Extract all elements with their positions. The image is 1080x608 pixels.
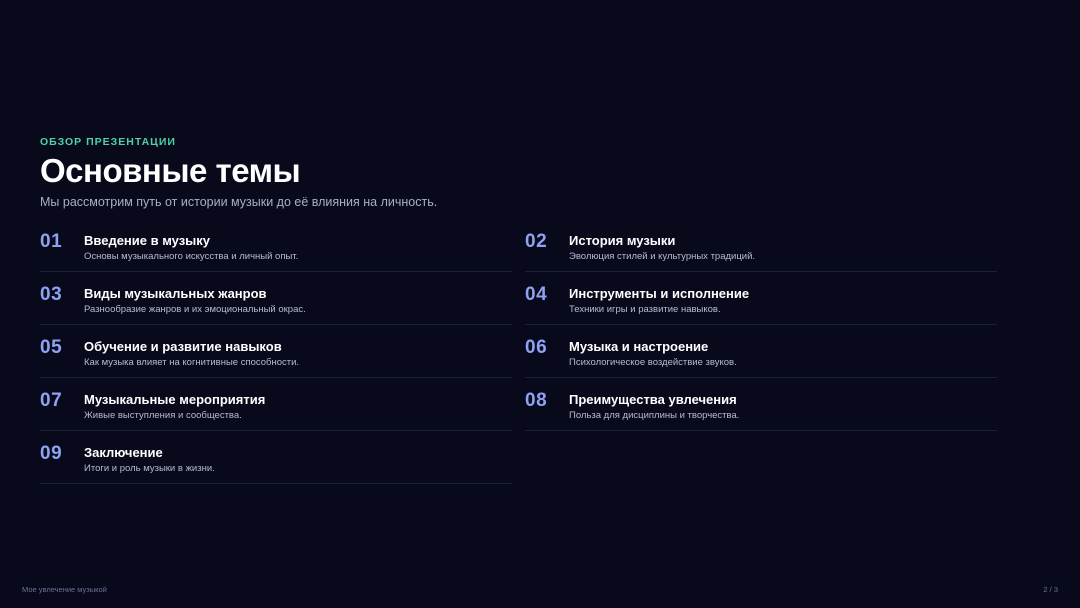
topic-description: Живые выступления и сообщества. — [84, 410, 242, 421]
topic-title: Обучение и развитие навыков — [84, 339, 282, 354]
topic-number: 03 — [40, 284, 63, 305]
topics-grid: 01 Введение в музыку Основы музыкального… — [40, 227, 997, 492]
topic-item: 04 Инструменты и исполнение Техники игры… — [525, 280, 997, 325]
topic-item: 03 Виды музыкальных жанров Разнообразие … — [40, 280, 512, 325]
footer-page-number: 2 / 3 — [1043, 585, 1058, 594]
topic-number: 05 — [40, 337, 63, 358]
topic-description: Эволюция стилей и культурных традиций. — [569, 251, 756, 262]
page-title: Основные темы — [40, 152, 301, 189]
topic-title: Виды музыкальных жанров — [84, 286, 267, 301]
topic-number: 01 — [40, 231, 63, 252]
topic-number: 04 — [525, 284, 548, 305]
topic-item: 06 Музыка и настроение Психологическое в… — [525, 333, 997, 378]
topic-number: 06 — [525, 337, 548, 358]
page-subtitle: Мы рассмотрим путь от истории музыки до … — [40, 195, 438, 209]
topic-description: Основы музыкального искусства и личный о… — [84, 251, 299, 262]
topic-description: Техники игры и развитие навыков. — [569, 304, 721, 315]
topic-title: Музыкальные мероприятия — [84, 392, 266, 407]
topic-item: 05 Обучение и развитие навыков Как музык… — [40, 333, 512, 378]
topic-item: 02 История музыки Эволюция стилей и куль… — [525, 227, 997, 272]
topic-description: Психологическое воздействие звуков. — [569, 357, 737, 368]
topic-title: Преимущества увлечения — [569, 392, 737, 407]
topic-item: 08 Преимущества увлечения Польза для дис… — [525, 386, 997, 431]
topic-title: Музыка и настроение — [569, 339, 709, 354]
topic-number: 09 — [40, 443, 63, 464]
topic-item: 01 Введение в музыку Основы музыкального… — [40, 227, 512, 272]
topic-item: 07 Музыкальные мероприятия Живые выступл… — [40, 386, 512, 431]
topic-item: 09 Заключение Итоги и роль музыки в жизн… — [40, 439, 512, 484]
eyebrow-label: ОБЗОР ПРЕЗЕНТАЦИИ — [40, 136, 176, 148]
topic-number: 02 — [525, 231, 548, 252]
topic-description: Итоги и роль музыки в жизни. — [84, 463, 215, 474]
topic-description: Разнообразие жанров и их эмоциональный о… — [84, 304, 306, 315]
topic-number: 08 — [525, 390, 548, 411]
topic-description: Польза для дисциплины и творчества. — [569, 410, 740, 421]
footer-presentation-title: Мое увлечение музыкой — [22, 585, 107, 594]
topic-title: Инструменты и исполнение — [569, 286, 750, 301]
topic-title: Заключение — [84, 445, 163, 460]
topic-number: 07 — [40, 390, 63, 411]
topic-title: Введение в музыку — [84, 233, 211, 248]
topic-title: История музыки — [569, 233, 676, 248]
topic-description: Как музыка влияет на когнитивные способн… — [84, 357, 300, 368]
